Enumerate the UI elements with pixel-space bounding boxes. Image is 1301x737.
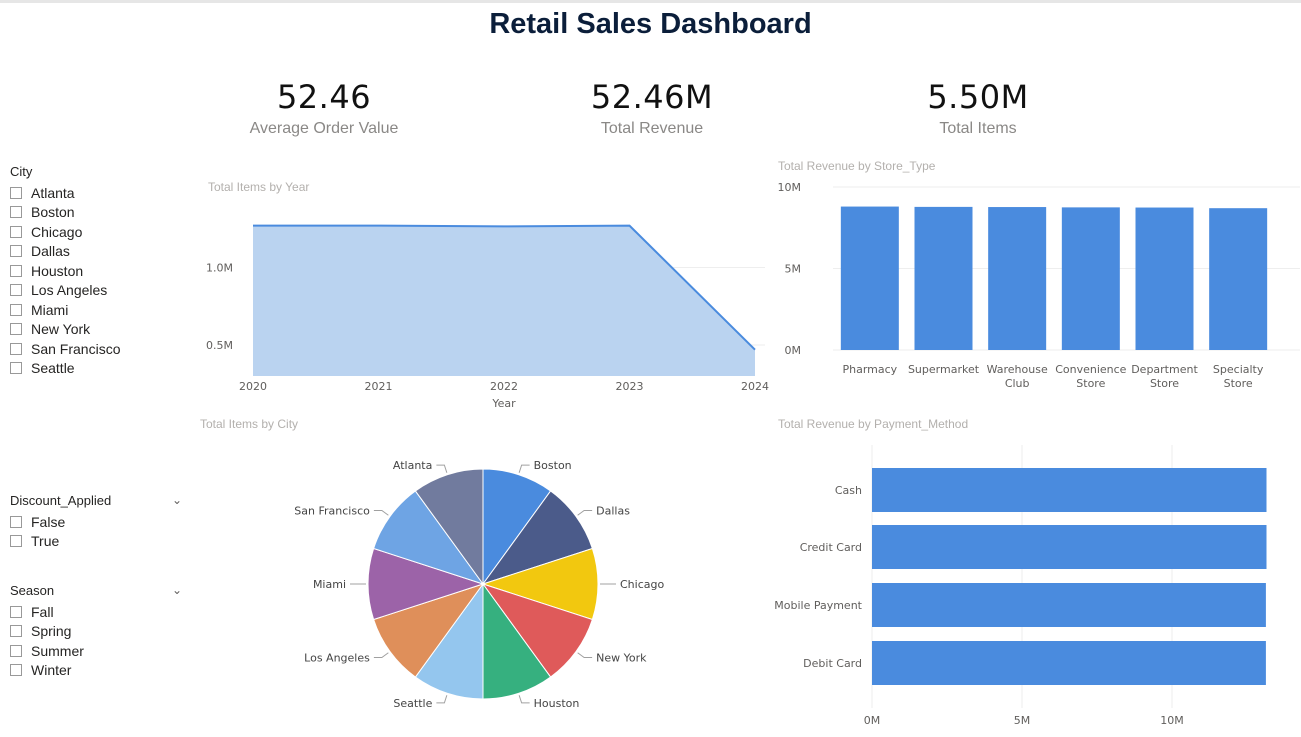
bar	[988, 207, 1047, 350]
x-tick-label: 2020	[239, 380, 267, 393]
bar	[1061, 207, 1120, 350]
x-tick-label: Store	[1150, 377, 1179, 390]
pie-label: New York	[596, 651, 647, 664]
y-tick-label: Cash	[835, 484, 862, 497]
pie-label: Houston	[534, 697, 580, 710]
bar	[872, 583, 1266, 627]
bar	[872, 525, 1267, 569]
y-tick-label: 10M	[778, 181, 802, 194]
pie-label: Atlanta	[393, 459, 432, 472]
bar	[1135, 207, 1194, 350]
y-tick-label: 0.5M	[206, 339, 233, 352]
bar	[840, 206, 899, 350]
x-tick-label: 2021	[365, 380, 393, 393]
bar	[1209, 208, 1268, 350]
x-tick-label: Store	[1224, 377, 1253, 390]
x-tick-label: 5M	[1014, 714, 1031, 727]
pie-label: Dallas	[596, 505, 630, 518]
y-tick-label: Debit Card	[803, 657, 862, 670]
leader-line	[518, 695, 530, 704]
bar	[872, 641, 1266, 685]
pie-label: San Francisco	[294, 505, 370, 518]
pie-label: Seattle	[393, 697, 432, 710]
x-tick-label: 2023	[616, 380, 644, 393]
y-tick-label: Mobile Payment	[774, 599, 862, 612]
bar	[872, 468, 1267, 512]
x-tick-label: 2022	[490, 380, 518, 393]
x-tick-label: 2024	[741, 380, 769, 393]
leader-line	[436, 695, 448, 704]
x-tick-label: Supermarket	[908, 363, 980, 376]
leader-line	[436, 464, 448, 473]
pie-label: Boston	[534, 459, 572, 472]
charts-canvas: 0.5M 1.0M 2020 2021 2022 2023 2024 Year 0M 5M 10M P…	[206, 181, 1300, 727]
x-tick-label: 10M	[1160, 714, 1184, 727]
bar	[914, 206, 973, 350]
x-tick-label: Pharmacy	[842, 363, 897, 376]
x-tick-label: Warehouse	[987, 363, 1048, 376]
x-tick-label: Department	[1131, 363, 1198, 376]
leader-line	[518, 464, 530, 473]
leader-line	[373, 510, 389, 516]
leader-line	[373, 652, 389, 658]
area-fill	[253, 225, 755, 376]
x-tick-label: Convenience	[1055, 363, 1126, 376]
leader-line	[577, 510, 593, 516]
x-axis-title: Year	[491, 397, 516, 410]
y-tick-label: 5M	[785, 263, 802, 276]
pie-label: Miami	[313, 578, 346, 591]
x-tick-label: Specialty	[1213, 363, 1264, 376]
pie-label: Chicago	[620, 578, 664, 591]
y-tick-label: 0M	[785, 344, 802, 357]
x-tick-label: Store	[1076, 377, 1105, 390]
y-tick-label: Credit Card	[800, 541, 862, 554]
pie-label: Los Angeles	[304, 651, 370, 664]
x-tick-label: Club	[1005, 377, 1030, 390]
leader-line	[577, 652, 593, 658]
y-tick-label: 1.0M	[206, 262, 233, 275]
x-tick-label: 0M	[864, 714, 881, 727]
